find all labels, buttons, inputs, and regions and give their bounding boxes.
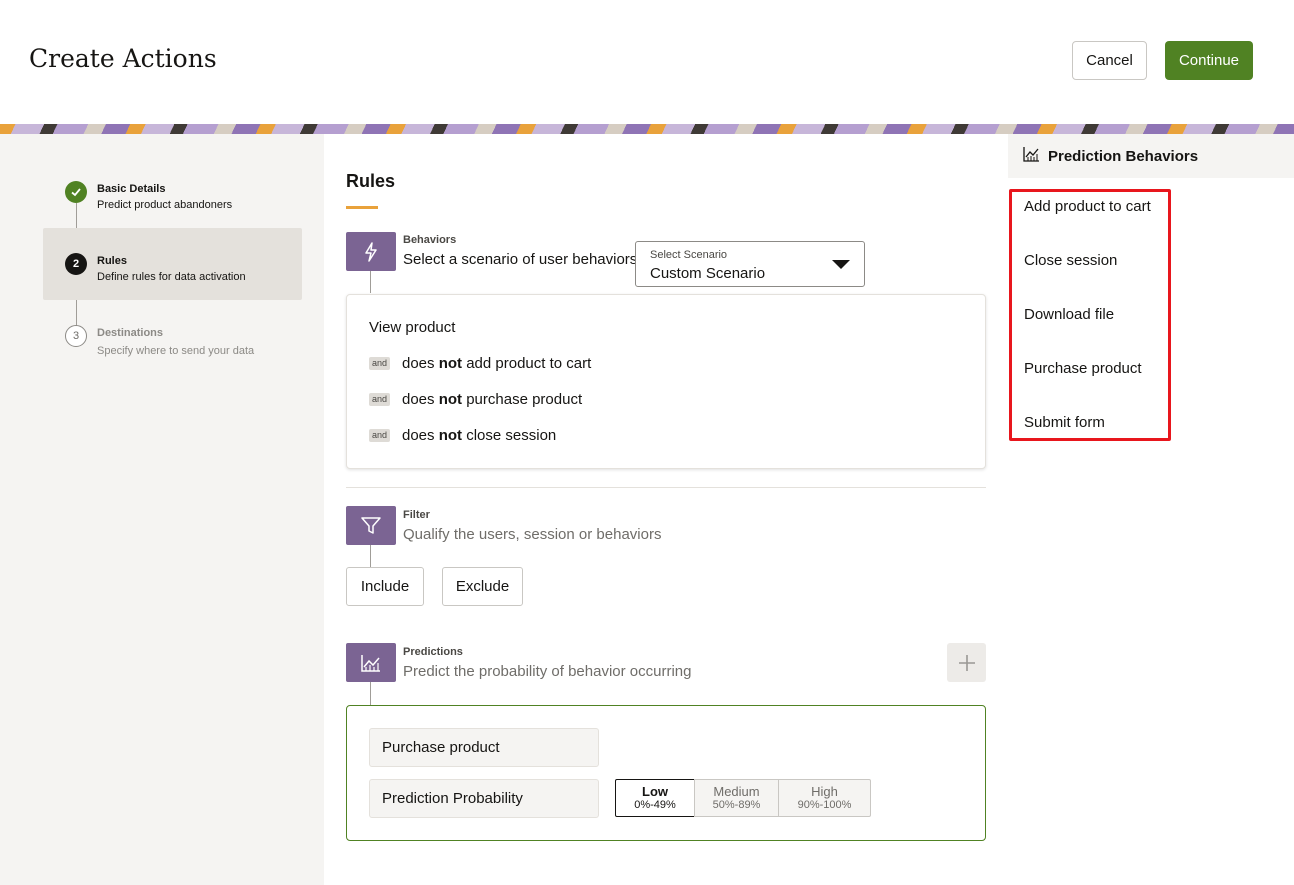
plus-icon[interactable]	[947, 643, 986, 682]
title-underline	[346, 206, 378, 209]
select-label: Select Scenario	[650, 249, 728, 261]
level-name: Low	[642, 784, 668, 799]
step-navigator: Basic Details Predict product abandoners…	[0, 134, 324, 885]
block-connector	[370, 682, 371, 705]
behavior-item[interactable]: Purchase product	[1024, 360, 1142, 377]
condition-prefix: does	[402, 355, 435, 372]
decorative-banner	[0, 124, 1294, 134]
page-header: Create Actions Cancel Continue	[0, 0, 1294, 124]
behavior-item[interactable]: Download file	[1024, 306, 1114, 323]
and-badge: and	[369, 393, 390, 406]
probability-high[interactable]: High 90%-100%	[778, 779, 871, 817]
predictions-eyebrow: Predictions	[403, 646, 463, 658]
scenario-select[interactable]: Select Scenario Custom Scenario	[635, 241, 865, 287]
step-number: 3	[65, 325, 87, 347]
step-title: Rules	[97, 255, 127, 267]
prediction-card: Purchase product Prediction Probability …	[346, 705, 986, 841]
level-range: 0%-49%	[634, 799, 676, 811]
level-range: 50%-89%	[712, 799, 761, 811]
block-connector	[370, 271, 371, 293]
condition-prefix: does	[402, 391, 435, 408]
step-basic-details[interactable]: Basic Details Predict product abandoners	[43, 174, 302, 224]
select-value: Custom Scenario	[650, 265, 766, 282]
lightning-icon	[346, 232, 396, 271]
behaviors-subtitle: Select a scenario of user behaviors	[403, 251, 638, 268]
level-name: High	[811, 784, 838, 799]
prediction-behavior-field[interactable]: Purchase product	[369, 728, 599, 767]
level-name: Medium	[713, 784, 760, 799]
step-description: Define rules for data activation	[97, 271, 246, 283]
condition-emphasis: not	[438, 355, 463, 372]
step-title: Destinations	[97, 327, 164, 339]
filter-subtitle: Qualify the users, session or behaviors	[403, 526, 662, 543]
section-title: Rules	[346, 171, 396, 191]
level-range: 90%-100%	[797, 799, 852, 811]
scenario-condition: and does not close session	[369, 427, 556, 444]
filter-eyebrow: Filter	[403, 509, 430, 521]
step-description: Specify where to send your data	[97, 345, 255, 357]
funnel-icon	[346, 506, 396, 545]
rules-content: Rules Behaviors Select a scenario of use…	[324, 134, 1008, 885]
divider	[346, 487, 986, 488]
condition-suffix: close session	[466, 427, 557, 444]
probability-low[interactable]: Low 0%-49%	[615, 779, 695, 817]
include-button[interactable]: Include	[346, 567, 424, 606]
scenario-condition: and does not purchase product	[369, 391, 582, 408]
step-title: Basic Details	[97, 183, 166, 195]
caret-down-icon	[832, 260, 850, 269]
prediction-probability-field[interactable]: Prediction Probability	[369, 779, 599, 818]
prediction-behaviors-panel: Prediction Behaviors Add product to cart…	[1008, 134, 1294, 885]
checkmark-icon	[65, 181, 87, 203]
panel-title: Prediction Behaviors	[1048, 147, 1199, 165]
panel-header: Prediction Behaviors	[1008, 134, 1294, 178]
condition-emphasis: not	[438, 427, 463, 444]
behavior-list: Add product to cart Close session Downlo…	[1009, 189, 1171, 441]
behavior-text: View product	[369, 319, 456, 336]
continue-button[interactable]: Continue	[1165, 41, 1253, 80]
scenario-first-behavior: View product	[369, 319, 455, 336]
condition-suffix: add product to cart	[466, 355, 592, 372]
condition-suffix: purchase product	[466, 391, 583, 408]
step-destinations[interactable]: 3 Destinations Specify where to send you…	[43, 320, 302, 370]
behavior-item[interactable]: Submit form	[1024, 414, 1105, 431]
step-rules[interactable]: 2 Rules Define rules for data activation	[43, 228, 302, 300]
and-badge: and	[369, 429, 390, 442]
condition-emphasis: not	[438, 391, 463, 408]
condition-prefix: does	[402, 427, 435, 444]
cancel-button[interactable]: Cancel	[1072, 41, 1147, 80]
and-badge: and	[369, 357, 390, 370]
step-description: Predict product abandoners	[97, 199, 233, 211]
scenario-condition: and does not add product to cart	[369, 355, 591, 372]
chart-icon	[346, 643, 396, 682]
block-connector	[370, 545, 371, 567]
probability-medium[interactable]: Medium 50%-89%	[694, 779, 779, 817]
behavior-item[interactable]: Add product to cart	[1024, 198, 1151, 215]
exclude-button[interactable]: Exclude	[442, 567, 523, 606]
behaviors-eyebrow: Behaviors	[403, 234, 457, 246]
scenario-card: View product and does not add product to…	[346, 294, 986, 469]
step-number: 2	[65, 253, 87, 275]
behavior-item[interactable]: Close session	[1024, 252, 1117, 269]
page-title: Create Actions	[29, 44, 217, 73]
predictions-subtitle: Predict the probability of behavior occu…	[403, 663, 692, 680]
chart-icon	[1023, 146, 1040, 167]
